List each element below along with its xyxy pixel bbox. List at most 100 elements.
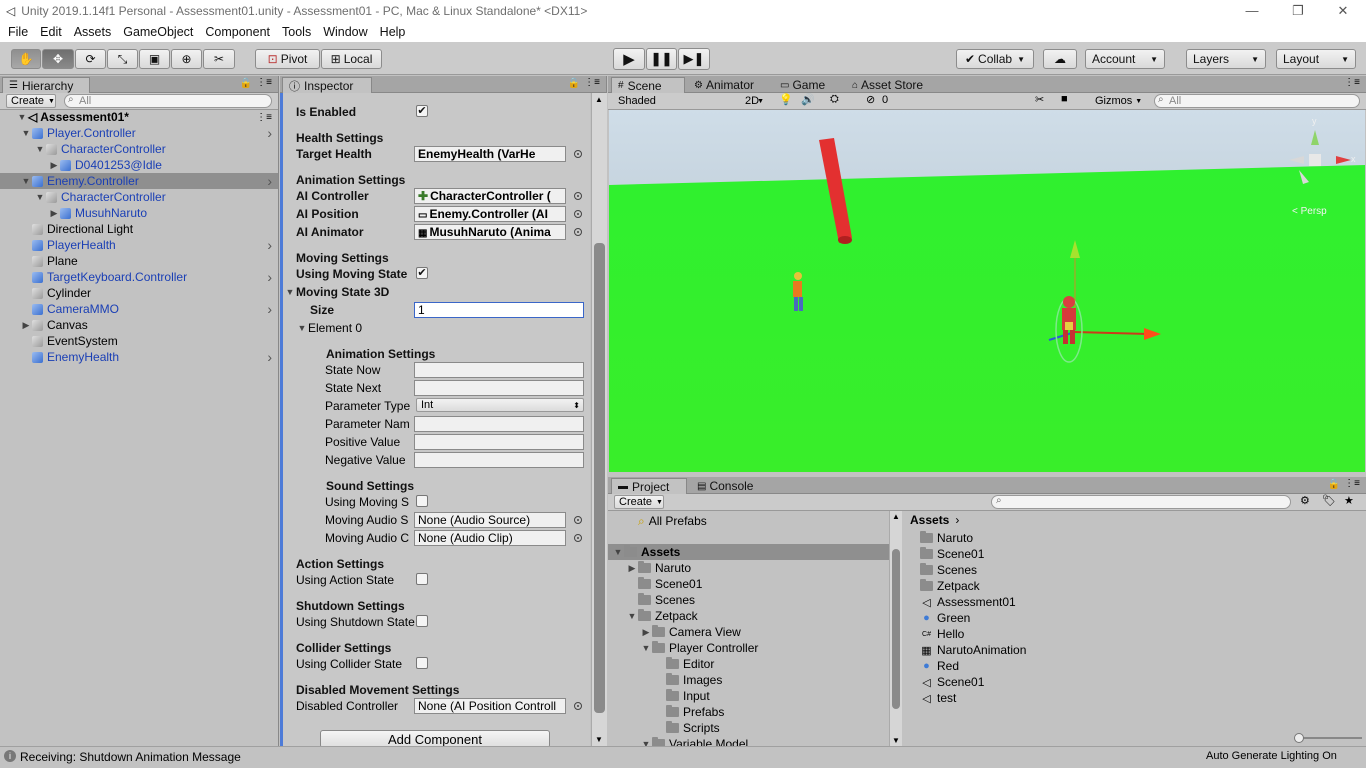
local-button[interactable]: ⊞ Local [321, 49, 382, 69]
asset-item[interactable]: Naruto [920, 530, 973, 546]
disabled-controller-field[interactable]: None (AI Position Controll [414, 698, 566, 714]
asset-item[interactable]: Zetpack [920, 578, 980, 594]
ai-position-field[interactable]: ▭ Enemy.Controller (AI [414, 206, 566, 222]
using-collider-state-checkbox[interactable] [416, 657, 428, 669]
lighting-icon[interactable]: 💡 [779, 93, 793, 106]
chevron-right-icon[interactable]: › [267, 301, 272, 317]
camera-icon[interactable]: ■ [1061, 93, 1068, 105]
project-tree-item[interactable]: Scene01 [608, 576, 889, 592]
menu-gameobject[interactable]: GameObject [117, 25, 199, 39]
expand-icon[interactable]: ▼ [640, 643, 652, 653]
mode-2d-toggle[interactable]: 2D [741, 94, 763, 108]
inspector-scroll-thumb[interactable] [594, 243, 605, 713]
asset-item[interactable]: ◁ test [920, 690, 956, 706]
ai-controller-field[interactable]: ✚ CharacterController ( [414, 188, 566, 204]
hierarchy-item[interactable]: ▼ Player.Controller › [0, 125, 278, 141]
chevron-right-icon[interactable]: › [267, 125, 272, 141]
asset-item[interactable]: ● Green [920, 610, 970, 626]
chevron-right-icon[interactable]: › [267, 237, 272, 253]
scroll-down-icon[interactable]: ▼ [892, 736, 900, 745]
hand-tool-button[interactable]: ✋ [11, 49, 41, 69]
lock-icon[interactable]: 🔒 [240, 78, 252, 89]
asset-item[interactable]: ◁ Scene01 [920, 674, 984, 690]
hierarchy-item[interactable]: EnemyHealth › [0, 349, 278, 365]
project-tree-item[interactable]: Prefabs [608, 704, 889, 720]
pause-button[interactable]: ❚❚ [646, 48, 677, 70]
using-shutdown-state-checkbox[interactable] [416, 615, 428, 627]
chevron-right-icon[interactable]: › [267, 269, 272, 285]
assets-breadcrumb[interactable]: Assets › [910, 513, 959, 527]
scene-root-row[interactable]: ▼ ◁ Assessment01* ⋮≡ [0, 109, 278, 125]
project-tree-scroll-thumb[interactable] [892, 549, 900, 709]
expand-icon[interactable]: ▶ [626, 563, 638, 574]
status-message[interactable]: Receiving: Shutdown Animation Message [20, 750, 241, 764]
hierarchy-item[interactable]: ▶ MusuhNaruto [0, 205, 278, 221]
tab-game[interactable]: ▭ Game [774, 77, 831, 93]
lock-icon[interactable]: 🔒 [568, 78, 580, 89]
hierarchy-item[interactable]: TargetKeyboard.Controller › [0, 269, 278, 285]
project-tree-item[interactable]: Scenes [608, 592, 889, 608]
menu-window[interactable]: Window [317, 25, 373, 39]
using-moving-sound-checkbox[interactable] [416, 495, 428, 507]
scene-viewport[interactable]: y x < Persp [609, 110, 1365, 472]
project-tree-item[interactable]: ▼ Player Controller [608, 640, 889, 656]
expand-icon[interactable]: ▶ [640, 627, 652, 638]
state-next-input[interactable] [414, 380, 584, 396]
object-picker-icon[interactable] [574, 702, 582, 710]
filter-label-icon[interactable]: 🏷 [1322, 494, 1336, 507]
panel-menu-icon[interactable]: ⋮≡ [1344, 77, 1360, 88]
negative-value-input[interactable] [414, 452, 584, 468]
hierarchy-search-input[interactable]: All [64, 94, 272, 108]
expand-icon[interactable]: ▼ [612, 547, 624, 557]
audio-icon[interactable]: 🔊 [801, 93, 815, 106]
menu-component[interactable]: Component [199, 25, 276, 39]
object-picker-icon[interactable] [574, 516, 582, 524]
scroll-up-icon[interactable]: ▲ [892, 512, 900, 521]
project-tree-item[interactable]: Images [608, 672, 889, 688]
expand-icon[interactable]: ▼ [20, 176, 32, 186]
play-button[interactable]: ▶ [613, 48, 645, 70]
hierarchy-item[interactable]: Cylinder [0, 285, 278, 301]
project-tree-item[interactable]: ▼ Zetpack [608, 608, 889, 624]
menu-help[interactable]: Help [374, 25, 412, 39]
scene-search-input[interactable]: All [1154, 94, 1360, 108]
scroll-up-icon[interactable]: ▲ [595, 95, 603, 104]
effects-icon[interactable]: ⛭ [830, 93, 839, 106]
project-tree-item[interactable]: ▶ Naruto [608, 560, 889, 576]
collab-button[interactable]: ✔ Collab ▼ [956, 49, 1034, 69]
project-tree-item[interactable]: Scripts [608, 720, 889, 736]
expand-icon[interactable]: ▼ [20, 128, 32, 138]
hierarchy-item[interactable]: Plane [0, 253, 278, 269]
menu-tools[interactable]: Tools [276, 25, 317, 39]
favorite-icon[interactable]: ★ [1344, 494, 1354, 507]
layout-button[interactable]: Layout ▼ [1276, 49, 1356, 69]
tab-asset-store[interactable]: ⌂ Asset Store [846, 77, 929, 93]
asset-item[interactable]: Scenes [920, 562, 977, 578]
filter-type-icon[interactable]: ⚙ [1300, 494, 1310, 507]
rect-tool-button[interactable]: ▣ [139, 49, 170, 69]
hierarchy-item[interactable]: ▶ Canvas [0, 317, 278, 333]
custom-tool-button[interactable]: ✂ [203, 49, 235, 69]
object-picker-icon[interactable] [574, 150, 582, 158]
minimize-button[interactable]: — [1229, 0, 1275, 22]
panel-menu-icon[interactable]: ⋮≡ [256, 77, 272, 88]
maximize-button[interactable]: ❐ [1275, 0, 1321, 22]
scene-menu-icon[interactable]: ⋮≡ [256, 112, 272, 123]
state-now-input[interactable] [414, 362, 584, 378]
is-enabled-checkbox[interactable]: ✔ [416, 105, 428, 117]
hierarchy-item[interactable]: EventSystem [0, 333, 278, 349]
account-button[interactable]: Account ▼ [1085, 49, 1165, 69]
asset-item[interactable]: Scene01 [920, 546, 984, 562]
moving-audio-clip-field[interactable]: None (Audio Clip) [414, 530, 566, 546]
expand-icon[interactable]: ▶ [48, 208, 60, 219]
using-action-state-checkbox[interactable] [416, 573, 428, 585]
hierarchy-item[interactable]: ▶ D0401253@Idle [0, 157, 278, 173]
icon-size-slider-thumb[interactable] [1294, 733, 1304, 743]
tab-hierarchy[interactable]: ☰ Hierarchy [2, 77, 90, 93]
project-tree-item[interactable]: ▶ Camera View [608, 624, 889, 640]
hierarchy-item[interactable]: ▼ Enemy.Controller › [0, 173, 278, 189]
gizmos-dropdown[interactable]: Gizmos ▼ [1091, 94, 1145, 108]
ai-animator-field[interactable]: ▦ MusuhNaruto (Anima [414, 224, 566, 240]
hierarchy-item[interactable]: ▼ CharacterController [0, 189, 278, 205]
project-tree-scrollbar[interactable]: ▲ ▼ [889, 511, 902, 746]
